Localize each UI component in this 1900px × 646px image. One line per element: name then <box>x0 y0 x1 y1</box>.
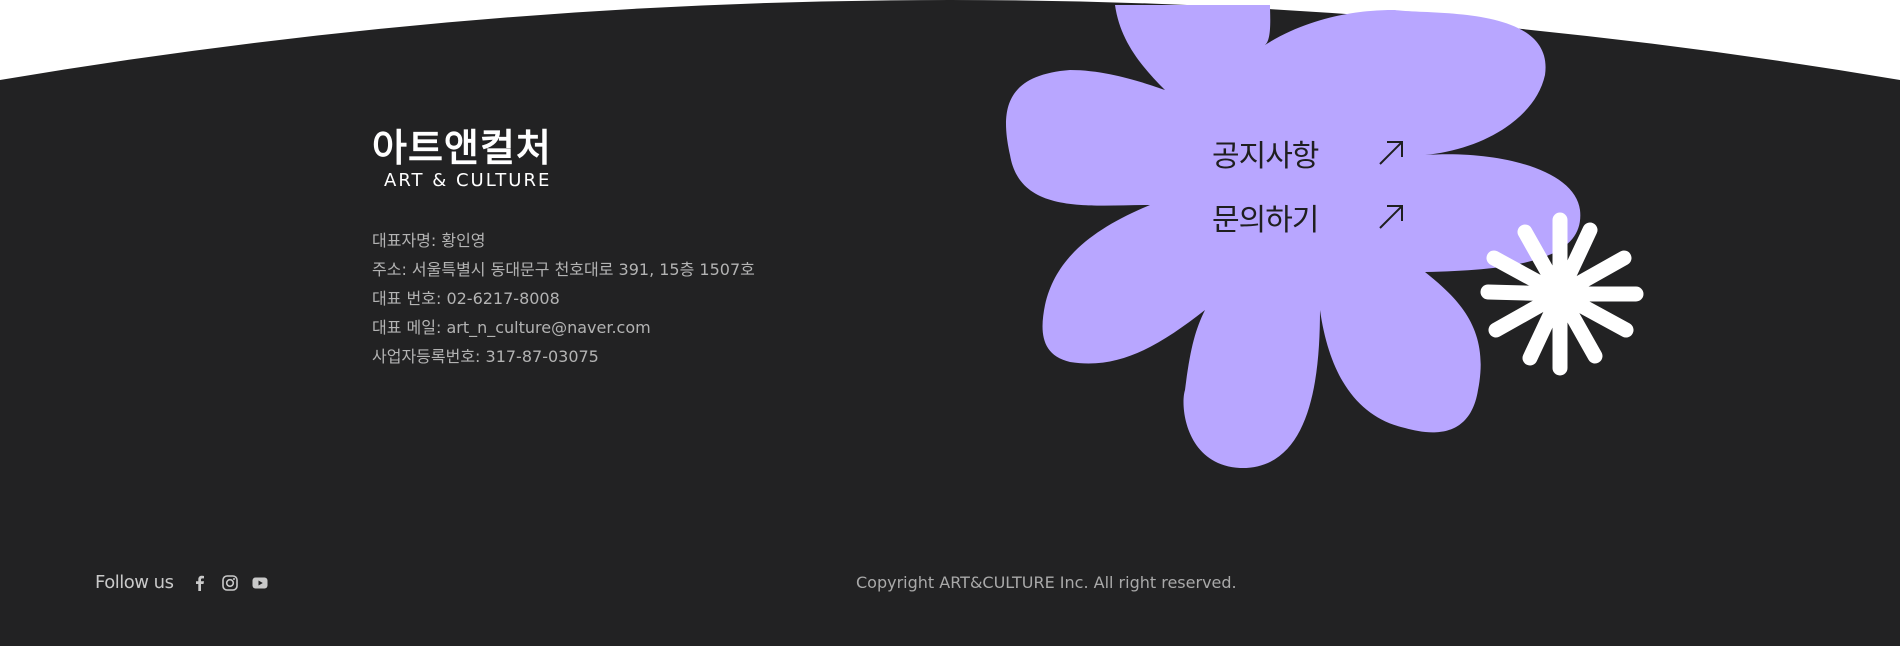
email: 대표 메일: art_n_culture@naver.com <box>372 318 651 337</box>
social-links: Follow us <box>95 572 275 593</box>
arrow-up-right-icon <box>1379 141 1403 165</box>
phone-number: 대표 번호: 02-6217-8008 <box>372 289 560 308</box>
youtube-icon[interactable] <box>251 574 269 592</box>
copyright-text: Copyright ART&CULTURE Inc. All right res… <box>856 573 1237 592</box>
notice-label: 공지사항 <box>1212 139 1319 174</box>
footer-menu: 공지사항 문의하기 <box>1212 128 1406 256</box>
site-footer: 아트앤컬처 ART & CULTURE 대표자명: 황인영 주소: 서울특별시 … <box>0 0 1900 646</box>
company-info: 대표자명: 황인영 주소: 서울특별시 동대문구 천호대로 391, 15층 1… <box>372 226 755 371</box>
inquiry-label: 문의하기 <box>1212 203 1319 238</box>
inquiry-link[interactable]: 문의하기 <box>1212 192 1406 242</box>
brand-logo[interactable]: 아트앤컬처 ART & CULTURE <box>372 126 552 192</box>
notice-link[interactable]: 공지사항 <box>1212 128 1406 178</box>
logo-english: ART & CULTURE <box>384 170 552 191</box>
instagram-icon[interactable] <box>221 574 239 592</box>
ceo-name: 대표자명: 황인영 <box>372 231 486 250</box>
follow-us-label: Follow us <box>95 572 174 593</box>
address: 주소: 서울특별시 동대문구 천호대로 391, 15층 1507호 <box>372 260 755 279</box>
facebook-icon[interactable] <box>191 574 209 592</box>
business-registration-number: 사업자등록번호: 317-87-03075 <box>372 347 599 366</box>
logo-korean: 아트앤컬처 <box>372 126 552 170</box>
footer-background <box>0 0 1900 646</box>
arrow-up-right-icon <box>1379 205 1403 229</box>
